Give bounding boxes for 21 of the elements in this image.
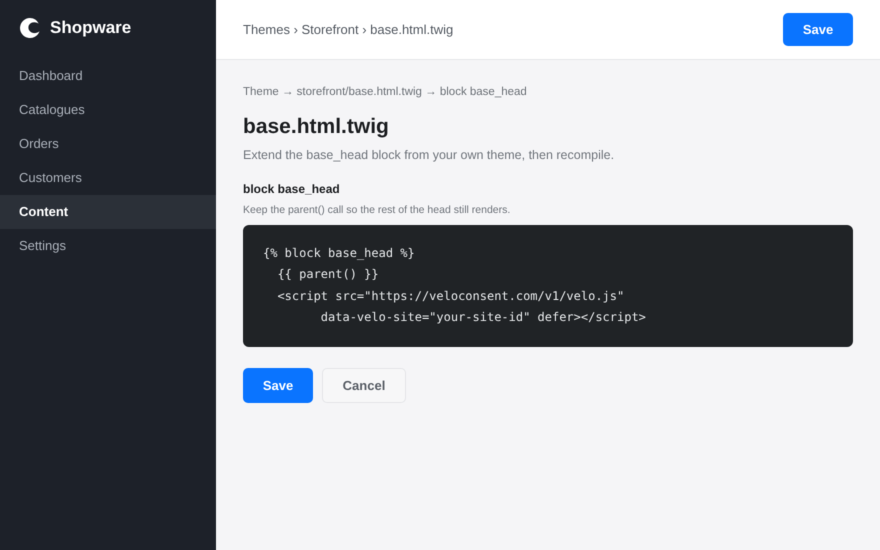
page-subtitle: Extend the base_head block from your own theme, then recompile. xyxy=(243,148,616,162)
nav-item[interactable]: Settings xyxy=(0,229,216,263)
nav-item[interactable]: Catalogues xyxy=(0,93,216,127)
breadcrumb: Themes › Storefront › base.html.twig xyxy=(243,22,454,37)
code-line: <script src="https://veloconsent.com/v1/velo.js" xyxy=(276,288,626,305)
save-button[interactable]: Save xyxy=(783,13,853,46)
cancel-button[interactable]: Cancel xyxy=(322,368,406,404)
code-line: data-velo-site="your-site-id" defer></script> xyxy=(320,308,647,326)
nav-item[interactable]: Content xyxy=(0,195,216,229)
page-title: base.html.twig xyxy=(243,115,390,139)
file-path: Theme → storefront/base.html.twig → block base_head xyxy=(243,86,528,98)
brand-name: Shopware xyxy=(50,18,132,38)
save-button[interactable]: Save xyxy=(243,368,313,404)
code-line: {% block base_head %} xyxy=(263,245,416,262)
section-hint: Keep the parent() call so the rest of the head still renders. xyxy=(243,204,512,216)
nav-item[interactable]: Customers xyxy=(0,161,216,195)
section-title: block base_head xyxy=(243,182,341,196)
logo-icon xyxy=(19,17,41,39)
code-line: {{ parent() }} xyxy=(276,266,380,284)
nav-item[interactable]: Orders xyxy=(0,127,216,161)
nav-item[interactable]: Dashboard xyxy=(0,59,216,93)
